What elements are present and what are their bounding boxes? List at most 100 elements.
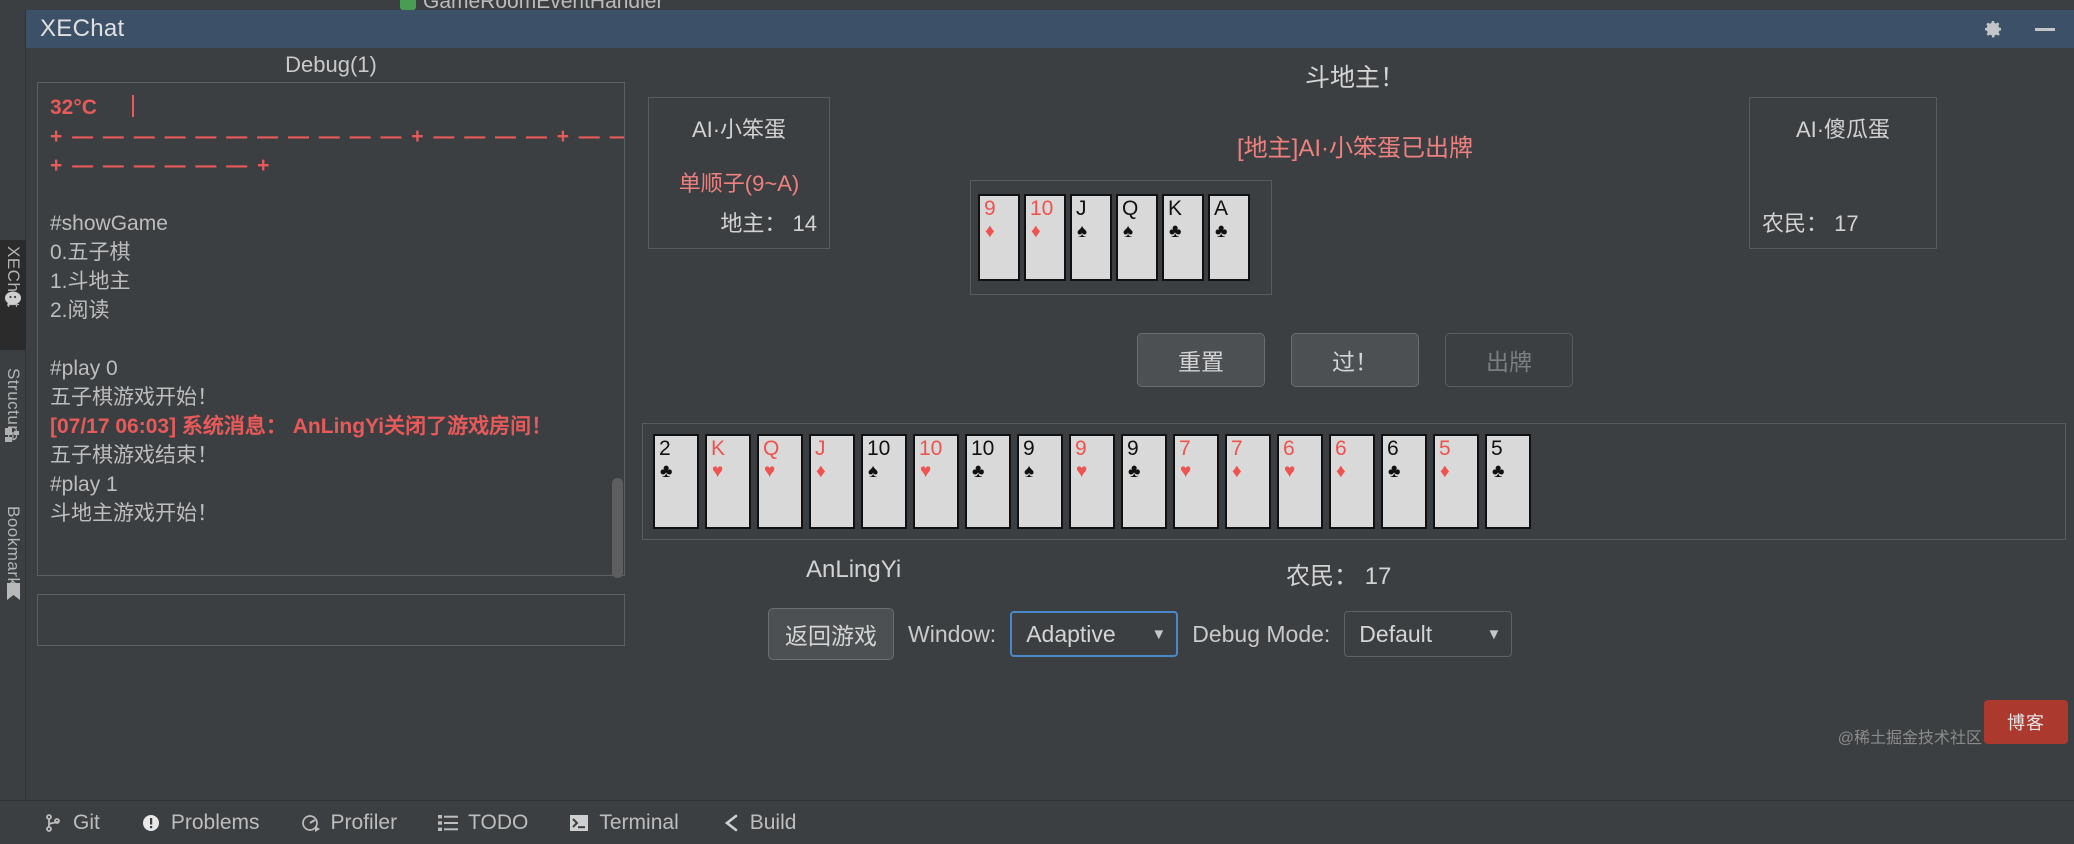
ide-status-bar: Git Problems Profiler TODO Terminal Build xyxy=(0,800,2074,844)
card-rank: 6 xyxy=(1387,437,1399,460)
card-rank: 7 xyxy=(1179,437,1191,460)
debug-panel: Debug(1) 32°C + — — — — — — — — — — — + … xyxy=(32,48,630,800)
debug-log-scrollbar[interactable] xyxy=(612,478,623,578)
card-rank: 2 xyxy=(659,437,671,460)
text-cursor xyxy=(131,95,134,117)
status-bar-item-profiler[interactable]: Profiler xyxy=(300,811,397,835)
card-rank: 10 xyxy=(919,437,943,460)
status-bar-item-label: Build xyxy=(749,810,797,834)
card-suit-icon: ♥ xyxy=(764,461,776,482)
playing-card[interactable]: 10 ♦ xyxy=(1024,194,1066,281)
status-bar-item-label: Terminal xyxy=(599,810,679,834)
player-hand-zone[interactable]: 2 ♣ K ♥ Q ♥ J ♦ 10 ♠ 10 ♥ 10 ♣ 9 ♠ 9 ♥ 9 ♣ 7 ♥ 7 ♦ 6 ♥ 6 ♦ 6 ♣ 5 ♦ 5 ♣ xyxy=(642,423,2066,540)
status-bar-item-git[interactable]: Git xyxy=(42,811,100,835)
debug-log-line: 五子棋游戏结束！ xyxy=(50,444,218,467)
debug-log-line: 1.斗地主 xyxy=(50,270,131,293)
playing-card[interactable]: 9 ♦ xyxy=(978,194,1020,281)
debug-log-lines: 32°C + — — — — — — — — — — — + — — — — +… xyxy=(50,93,624,528)
playing-card[interactable]: 5 ♣ xyxy=(1485,434,1531,529)
card-suit-icon: ♦ xyxy=(816,461,826,482)
playing-card[interactable]: 10 ♣ xyxy=(965,434,1011,529)
card-rank: 10 xyxy=(971,437,995,460)
card-suit-icon: ♣ xyxy=(1169,221,1182,242)
card-rank: 9 xyxy=(1023,437,1035,460)
card-rank: J xyxy=(815,437,826,460)
debug-log-line xyxy=(50,180,612,209)
playing-card[interactable]: 7 ♥ xyxy=(1173,434,1219,529)
playing-card[interactable]: 10 ♠ xyxy=(861,434,907,529)
playing-card[interactable]: A ♣ xyxy=(1208,194,1250,281)
debug-log-line: + — — — — — — — — — — — + — — — — + — — … xyxy=(50,125,624,148)
card-rank: 7 xyxy=(1231,437,1243,460)
debug-mode-select[interactable]: Default ▼ xyxy=(1344,611,1513,657)
playing-card[interactable]: 6 ♥ xyxy=(1277,434,1323,529)
playing-card[interactable]: Q ♥ xyxy=(757,434,803,529)
playing-card[interactable]: 9 ♥ xyxy=(1069,434,1115,529)
playing-card[interactable]: K ♣ xyxy=(1162,194,1204,281)
player-name: AnLingYi xyxy=(806,556,902,583)
card-rank: 10 xyxy=(867,437,891,460)
status-bar-item-todo[interactable]: TODO xyxy=(437,811,528,835)
playing-card[interactable]: J ♠ xyxy=(1070,194,1112,281)
ai-player-right-panel: AI·傻瓜蛋 农民： 17 xyxy=(1749,97,1937,249)
playing-card[interactable]: 7 ♦ xyxy=(1225,434,1271,529)
back-to-game-button[interactable]: 返回游戏 xyxy=(768,608,894,660)
player-info-row: AnLingYi 农民： 17 xyxy=(636,556,2074,592)
game-action-button[interactable]: 重置 xyxy=(1137,333,1265,387)
playing-card[interactable]: 2 ♣ xyxy=(653,434,699,529)
minimize-icon[interactable] xyxy=(2032,16,2058,42)
ai-left-card-count: 地主： 14 xyxy=(720,211,817,236)
debug-log-line xyxy=(50,325,612,354)
card-suit-icon: ♦ xyxy=(1440,461,1450,482)
playing-card[interactable]: Q ♠ xyxy=(1116,194,1158,281)
playing-card[interactable]: J ♦ xyxy=(809,434,855,529)
debug-log[interactable]: 32°C + — — — — — — — — — — — + — — — — +… xyxy=(37,82,625,576)
debug-mode-value: Default xyxy=(1359,620,1433,647)
card-suit-icon: ♦ xyxy=(1336,461,1346,482)
card-suit-icon: ♠ xyxy=(1024,461,1035,482)
card-rank: Q xyxy=(1122,197,1139,220)
card-suit-icon: ♥ xyxy=(1180,461,1192,482)
card-suit-icon: ♦ xyxy=(1031,221,1041,242)
debug-log-line: #showGame xyxy=(50,212,168,235)
problems-icon xyxy=(140,812,162,834)
debug-log-line: 2.阅读 xyxy=(50,299,110,322)
debug-message-input[interactable] xyxy=(37,594,625,646)
debug-log-line: #play 0 xyxy=(50,357,118,380)
debug-log-line-text: 32°C xyxy=(50,96,97,119)
card-rank: Q xyxy=(763,437,780,460)
window-mode-value: Adaptive xyxy=(1026,620,1116,647)
bookmark-icon xyxy=(6,582,21,606)
watermark-logo: 博客 xyxy=(1984,700,2068,744)
game-area: 斗地主！ AI·小笨蛋 单顺子(9~A) 地主： 14 AI·傻瓜蛋 农民： 1… xyxy=(636,48,2074,800)
playing-card[interactable]: 9 ♠ xyxy=(1017,434,1063,529)
playing-card[interactable]: 6 ♦ xyxy=(1329,434,1375,529)
status-bar-item-terminal[interactable]: Terminal xyxy=(568,810,679,835)
status-bar-item-problems[interactable]: Problems xyxy=(140,811,260,835)
playing-card[interactable]: 10 ♥ xyxy=(913,434,959,529)
playing-card[interactable]: K ♥ xyxy=(705,434,751,529)
card-rank: 6 xyxy=(1335,437,1347,460)
game-action-button[interactable]: 过！ xyxy=(1291,333,1419,387)
card-rank: 9 xyxy=(984,197,996,220)
action-button-row: 重置 过！ 出牌 xyxy=(636,333,2074,387)
card-suit-icon: ♥ xyxy=(712,461,724,482)
playing-card[interactable]: 6 ♣ xyxy=(1381,434,1427,529)
card-suit-icon: ♣ xyxy=(660,461,673,482)
playing-card[interactable]: 9 ♣ xyxy=(1121,434,1167,529)
game-action-button: 出牌 xyxy=(1445,333,1573,387)
ide-left-toolwindow-strip: XEChat Structure Bookmarks xyxy=(0,10,26,800)
sidebar-item-bookmarks[interactable]: Bookmarks xyxy=(0,500,26,625)
gear-icon[interactable] xyxy=(1980,16,2006,42)
playing-card[interactable]: 5 ♦ xyxy=(1433,434,1479,529)
card-suit-icon: ♥ xyxy=(1076,461,1088,482)
window-mode-select[interactable]: Adaptive ▼ xyxy=(1010,611,1179,657)
card-suit-icon: ♦ xyxy=(1232,461,1242,482)
titlebar-actions xyxy=(1980,10,2058,48)
java-class-icon xyxy=(400,0,416,10)
game-controls-bar: 返回游戏 Window: Adaptive ▼ Debug Mode: Defa… xyxy=(636,606,2074,662)
status-bar-item-build[interactable]: Build xyxy=(719,810,797,835)
sidebar-item-structure[interactable]: Structure xyxy=(0,362,26,472)
build-hammer-icon xyxy=(719,812,741,834)
debug-log-line: [07/17 06:03] 系统消息： AnLingYi关闭了游戏房间！ xyxy=(50,415,553,438)
